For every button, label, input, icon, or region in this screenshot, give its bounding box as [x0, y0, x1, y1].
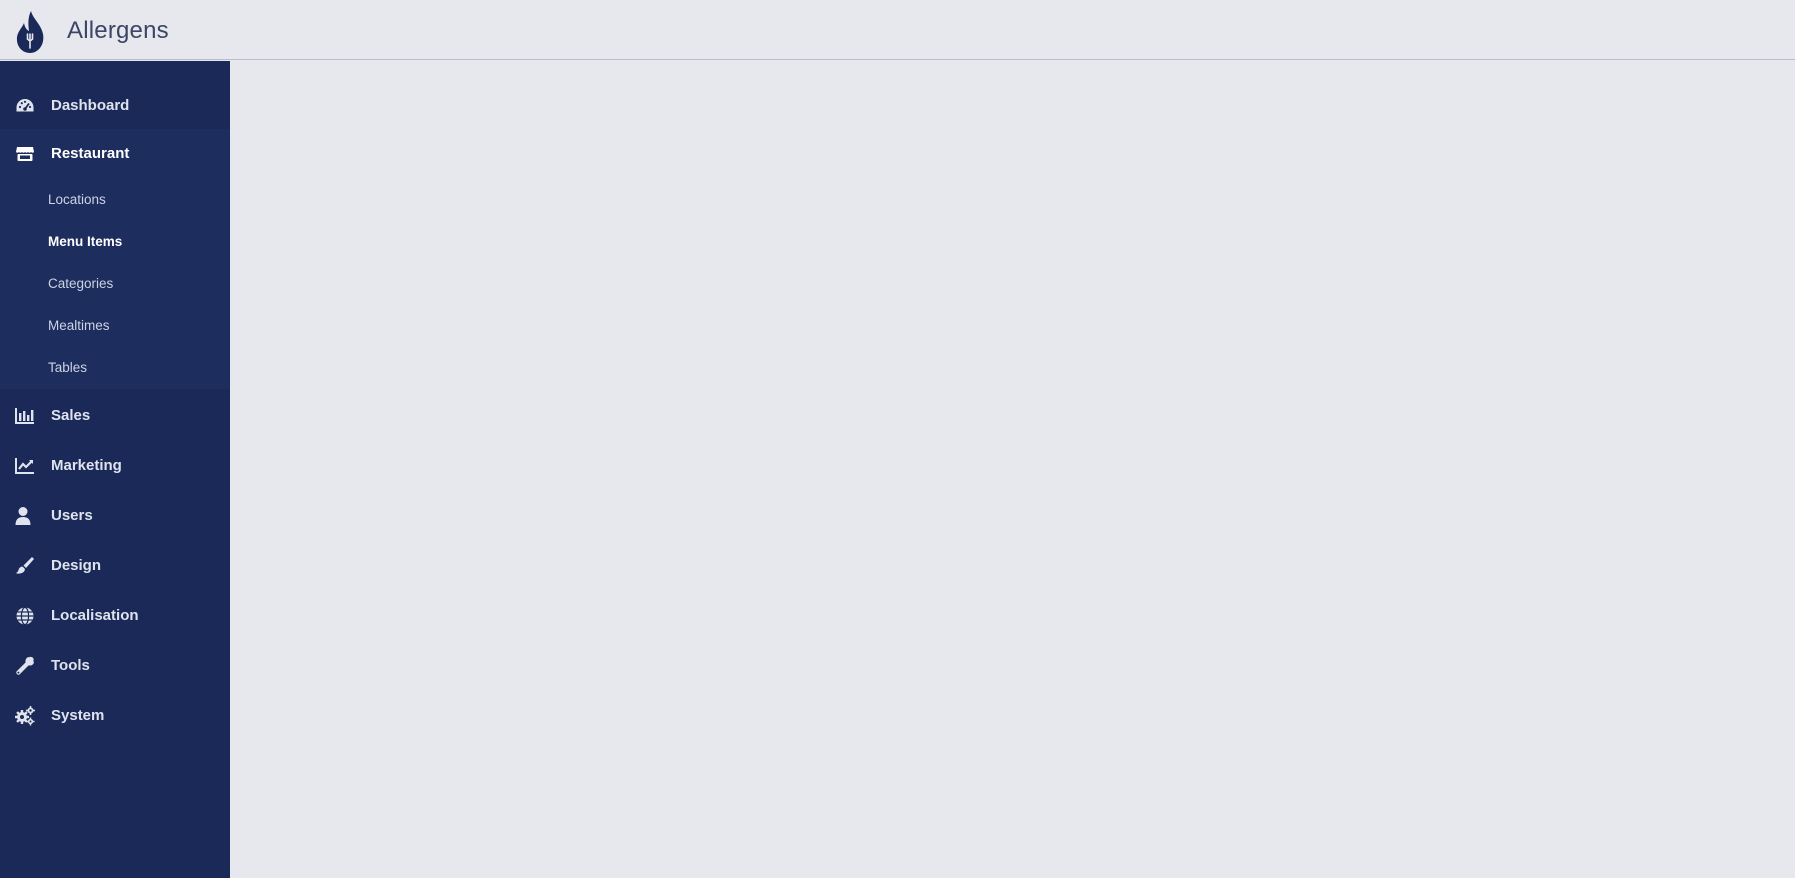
- gauge-icon: [16, 99, 34, 112]
- submenu-item-label: Menu Items: [48, 234, 123, 249]
- user-icon: [15, 507, 31, 525]
- sidebar-item-system[interactable]: System: [0, 691, 230, 741]
- submenu-item-mealtimes[interactable]: Mealtimes: [0, 305, 230, 347]
- sidebar-item-design[interactable]: Design: [0, 541, 230, 591]
- bar-chart-icon: [15, 408, 34, 424]
- sidebar: Dashboard Restaurant Locations Menu Item…: [0, 61, 230, 878]
- brush-icon: [16, 557, 34, 574]
- sidebar-item-label: Marketing: [51, 457, 122, 474]
- submenu-item-categories[interactable]: Categories: [0, 263, 230, 305]
- restaurant-submenu: Locations Menu Items Categories Mealtime…: [0, 179, 230, 389]
- wrench-icon: [16, 656, 34, 675]
- flame-fork-logo-icon[interactable]: [14, 10, 48, 54]
- submenu-item-label: Locations: [48, 192, 106, 207]
- sidebar-item-label: Localisation: [51, 607, 139, 624]
- submenu-item-label: Categories: [48, 276, 114, 291]
- sidebar-item-label: Restaurant: [51, 145, 130, 162]
- sidebar-item-label: System: [51, 707, 105, 724]
- main-content-area: [230, 61, 1795, 878]
- sidebar-item-tools[interactable]: Tools: [0, 641, 230, 691]
- sidebar-item-label: Dashboard: [51, 97, 130, 114]
- submenu-item-label: Tables: [48, 360, 88, 375]
- submenu-item-label: Mealtimes: [48, 318, 110, 333]
- submenu-item-tables[interactable]: Tables: [0, 347, 230, 389]
- globe-icon: [16, 606, 34, 626]
- sidebar-item-dashboard[interactable]: Dashboard: [0, 81, 230, 131]
- sidebar-item-label: Users: [51, 507, 93, 524]
- app-title: Allergens: [67, 17, 169, 44]
- cogs-icon: [15, 706, 35, 726]
- sidebar-item-localisation[interactable]: Localisation: [0, 591, 230, 641]
- sidebar-item-label: Tools: [51, 657, 90, 674]
- submenu-item-locations[interactable]: Locations: [0, 179, 230, 221]
- sidebar-item-users[interactable]: Users: [0, 491, 230, 541]
- top-header: Allergens: [0, 0, 1795, 60]
- line-chart-icon: [15, 458, 34, 474]
- sidebar-item-marketing[interactable]: Marketing: [0, 441, 230, 491]
- sidebar-item-sales[interactable]: Sales: [0, 391, 230, 441]
- sidebar-item-label: Sales: [51, 407, 91, 424]
- store-icon: [16, 147, 34, 161]
- sidebar-item-label: Design: [51, 557, 102, 574]
- sidebar-item-restaurant[interactable]: Restaurant: [0, 129, 230, 179]
- submenu-item-menu-items[interactable]: Menu Items: [0, 221, 230, 263]
